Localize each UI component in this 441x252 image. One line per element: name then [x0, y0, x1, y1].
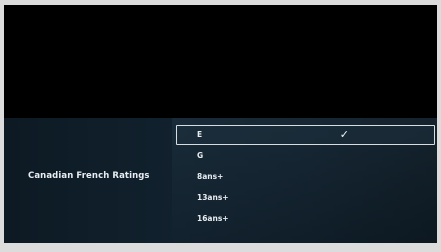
- rating-option-label: 16ans+: [197, 214, 229, 223]
- rating-option-label: 13ans+: [197, 193, 229, 202]
- rating-option-13ans[interactable]: 13ans+: [176, 188, 435, 208]
- rating-option-8ans[interactable]: 8ans+: [176, 167, 435, 187]
- rating-option-label: E: [197, 130, 203, 139]
- rating-option-e[interactable]: E ✓: [176, 125, 435, 145]
- menu-title: Canadian French Ratings: [28, 171, 150, 181]
- rating-option-16ans[interactable]: 16ans+: [176, 209, 435, 229]
- tv-frame: Canadian French Ratings E ✓ G 8ans+ 13an…: [0, 0, 441, 252]
- checkmark-icon: ✓: [339, 128, 349, 141]
- rating-option-g[interactable]: G: [176, 146, 435, 166]
- settings-panel: Canadian French Ratings E ✓ G 8ans+ 13an…: [4, 118, 437, 243]
- tv-screen: Canadian French Ratings E ✓ G 8ans+ 13an…: [4, 5, 437, 243]
- rating-option-label: 8ans+: [197, 172, 224, 181]
- rating-options-list: E ✓ G 8ans+ 13ans+ 16ans+: [176, 125, 435, 230]
- rating-option-label: G: [197, 151, 204, 160]
